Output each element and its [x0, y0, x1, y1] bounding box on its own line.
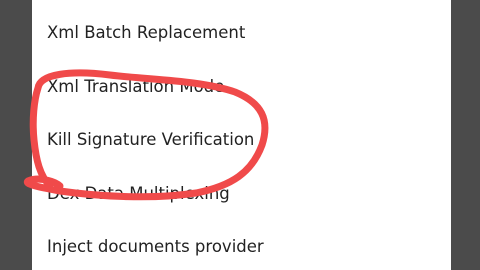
- menu-item-xml-translation-mode[interactable]: Xml Translation Mode: [47, 73, 224, 101]
- screen: Xml Batch Replacement Xml Translation Mo…: [0, 0, 480, 270]
- right-backdrop: [451, 0, 480, 270]
- left-backdrop: [0, 0, 32, 270]
- menu-item-kill-signature-verification[interactable]: Kill Signature Verification: [47, 126, 254, 154]
- options-menu: Xml Batch Replacement Xml Translation Mo…: [32, 0, 451, 270]
- menu-item-dex-data-multiplexing[interactable]: Dex Data Multiplexing: [47, 180, 230, 208]
- menu-item-inject-documents-provider[interactable]: Inject documents provider: [47, 233, 264, 261]
- menu-item-xml-batch-replacement[interactable]: Xml Batch Replacement: [47, 19, 245, 47]
